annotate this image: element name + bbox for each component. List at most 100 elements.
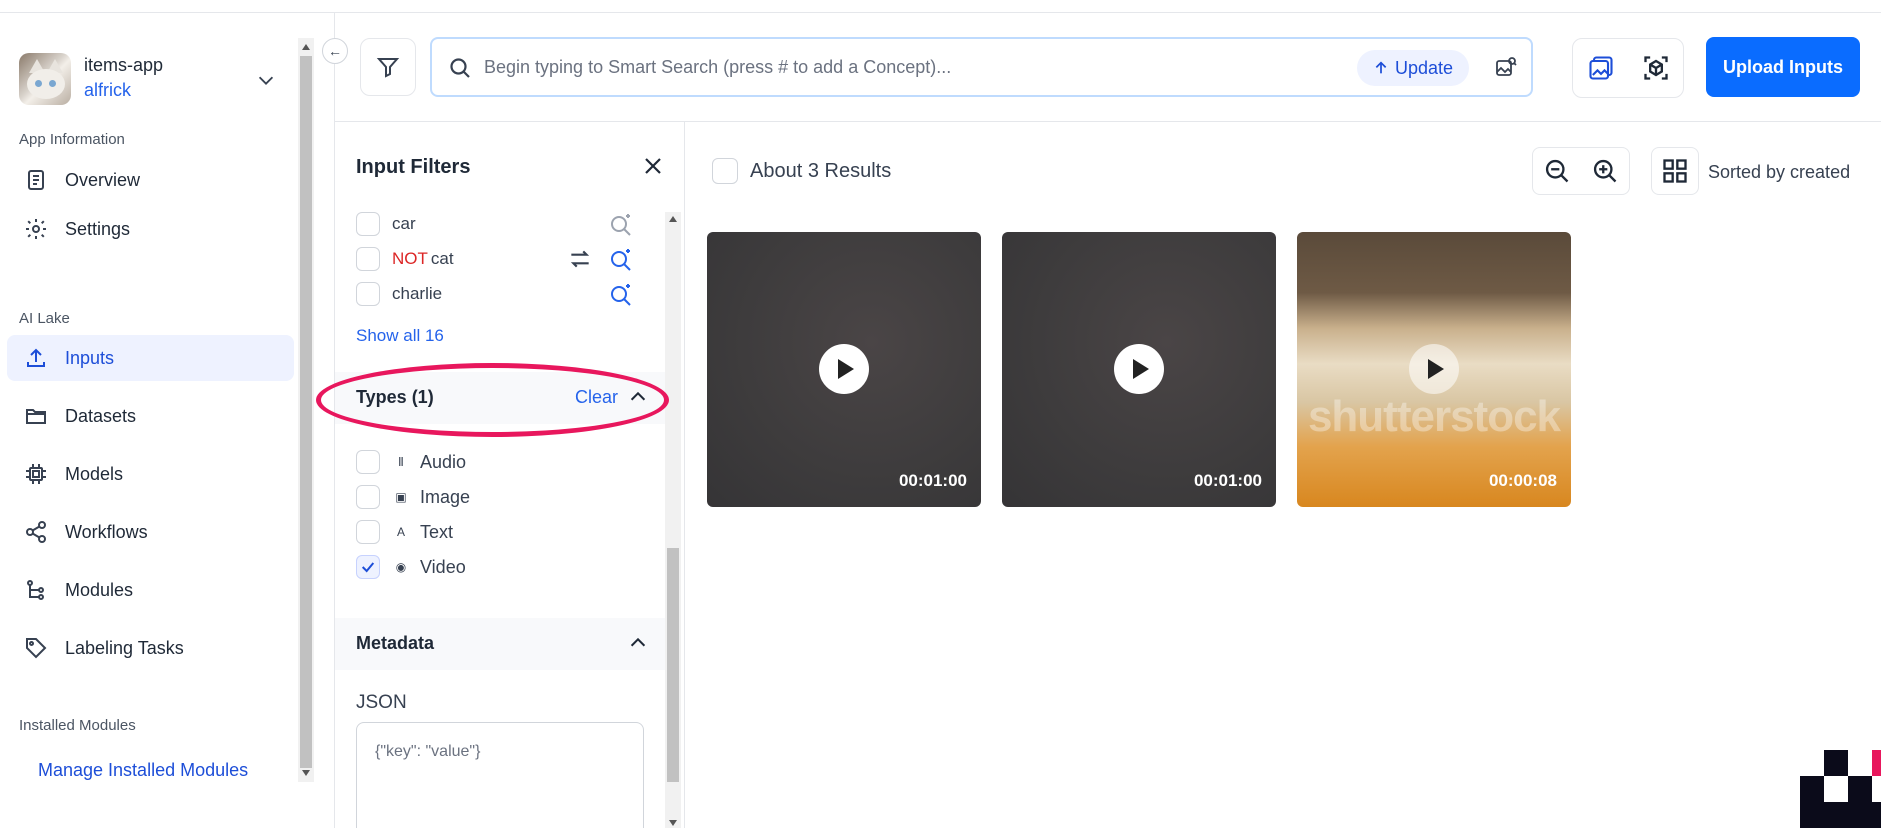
manage-installed-modules-link[interactable]: Manage Installed Modules [38,760,248,781]
scroll-down-arrow[interactable] [669,820,677,826]
filters-scrollbar[interactable] [665,212,681,828]
results-count: About 3 Results [750,159,892,182]
checkbox[interactable] [356,212,380,236]
types-section-header[interactable]: Types (1) Clear [335,372,665,424]
app-switcher[interactable]: items-app alfrick [19,53,299,109]
sidebar-item-label: Settings [65,218,131,239]
select-all-checkbox[interactable] [712,158,738,184]
share-icon [23,519,49,545]
tag-icon [23,635,49,661]
checkbox[interactable] [356,282,380,306]
type-filter-image[interactable]: ▣ Image [356,483,470,511]
arrow-up-icon [1375,61,1387,74]
video-icon: ◉ [395,560,407,574]
sidebar: items-app alfrick App Information Overvi… [0,13,298,828]
concept-label: charlie [392,284,443,303]
scrollbar-thumb[interactable] [667,548,679,782]
arrow-left-icon: ← [328,43,342,59]
sidebar-item-settings[interactable]: Settings [7,206,294,252]
types-clear-link[interactable]: Clear [575,387,618,408]
type-label: Audio [420,451,467,472]
view-mode-group [1572,38,1684,98]
sidebar-item-models[interactable]: Models [7,451,294,497]
sidebar-item-label: Labeling Tasks [65,637,184,658]
concept-search-icon[interactable] [607,245,635,273]
video-thumbnail[interactable]: 00:01:00 [707,232,981,507]
sidebar-item-labeling-tasks[interactable]: Labeling Tasks [7,625,294,671]
scroll-down-arrow[interactable] [302,770,310,776]
filter-toggle-button[interactable] [360,38,416,96]
zoom-in-icon[interactable] [1591,157,1619,185]
sort-dropdown[interactable]: Sorted by created [1708,162,1850,183]
scrollbar-thumb[interactable] [300,56,312,768]
sidebar-item-overview[interactable]: Overview [7,157,294,203]
search-input[interactable] [484,51,1284,83]
folder-icon [23,403,49,429]
concept-filter-row[interactable]: car [356,210,416,238]
checkbox[interactable] [356,520,380,544]
sidebar-item-modules[interactable]: Modules [7,567,294,613]
video-thumbnail[interactable]: shutterstock 00:00:08 [1297,232,1571,507]
show-all-concepts-link[interactable]: Show all 16 [356,326,444,346]
close-icon[interactable] [641,154,665,178]
concept-filter-row[interactable]: NOT cat [356,245,454,273]
app-user[interactable]: alfrick [84,80,131,101]
type-filter-video[interactable]: ◉ Video [356,553,466,581]
video-duration: 00:01:00 [898,471,967,490]
concept-search-icon[interactable] [607,280,635,308]
upload-inputs-button[interactable]: Upload Inputs [1706,37,1860,97]
section-label-ai-lake: AI Lake [19,310,70,327]
checkbox[interactable] [356,450,380,474]
3d-scan-icon[interactable] [1642,54,1670,82]
sidebar-scrollbar[interactable] [298,38,314,782]
sidebar-item-inputs[interactable]: Inputs [7,335,294,381]
scroll-up-arrow[interactable] [302,44,310,50]
collapse-sidebar-button[interactable]: ← [322,38,348,64]
chevron-down-icon[interactable] [255,69,277,91]
sidebar-item-workflows[interactable]: Workflows [7,509,294,555]
gear-icon [23,216,49,242]
grid-view-button[interactable] [1651,147,1699,195]
json-metadata-input[interactable]: {"key": "value"} [356,722,644,828]
text-icon: A [396,525,405,539]
checkbox[interactable] [356,485,380,509]
types-header-label: Types (1) [356,387,434,407]
clarifai-logo [1800,750,1881,828]
concept-filter-row[interactable]: charlie [356,280,442,308]
smart-search-bar: Update [430,37,1533,97]
app-name: items-app [84,55,164,75]
upload-icon [23,345,49,371]
chevron-up-icon[interactable] [627,632,649,654]
json-label: JSON [356,692,407,713]
sidebar-item-label: Modules [65,579,134,600]
metadata-section-header[interactable]: Metadata [335,618,665,670]
type-filter-audio[interactable]: Ⅱ Audio [356,448,466,476]
document-icon [23,167,49,193]
sidebar-item-datasets[interactable]: Datasets [7,393,294,439]
type-label: Text [420,521,454,542]
sidebar-item-label: Overview [65,169,141,190]
metadata-header-label: Metadata [356,633,435,653]
checkbox-checked[interactable] [356,555,380,579]
scroll-up-arrow[interactable] [669,216,677,222]
play-icon[interactable] [1114,344,1164,394]
gallery-icon[interactable] [1587,54,1615,82]
play-icon[interactable] [819,344,869,394]
type-filter-text[interactable]: A Text [356,518,453,546]
not-label: NOT [392,249,428,268]
video-thumbnail[interactable]: 00:01:00 [1002,232,1276,507]
concept-search-icon[interactable] [607,210,635,238]
audio-icon: Ⅱ [398,455,404,469]
image-search-icon [1496,57,1517,76]
section-label-installed: Installed Modules [19,717,136,734]
image-search-button[interactable] [1490,53,1522,83]
input-filters-panel: Input Filters car NOT cat charlie Show a… [335,122,685,828]
chevron-up-icon[interactable] [627,386,649,408]
checkmark-icon [361,562,375,573]
checkbox[interactable] [356,247,380,271]
sidebar-item-label: Inputs [65,347,115,368]
play-icon[interactable] [1409,344,1459,394]
update-button[interactable]: Update [1357,50,1469,86]
zoom-out-icon[interactable] [1543,157,1571,185]
swap-icon[interactable] [567,246,593,272]
